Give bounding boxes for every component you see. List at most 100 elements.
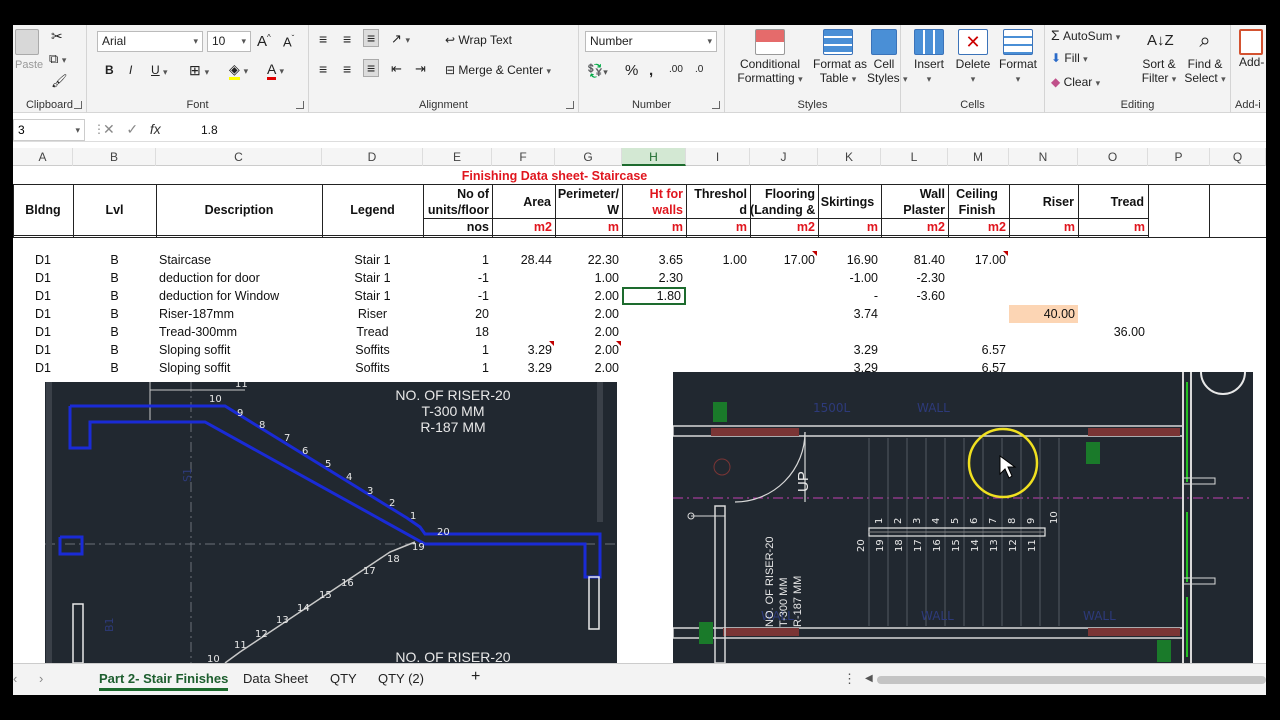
cut-icon[interactable]: ✂ [51,28,63,45]
cell-d-row6[interactable]: Soffits [322,342,423,358]
stair-section-drawing[interactable]: S1 B1 11 10 9 8 7 6 5 4 3 2 1 20 19 18 17 16 15 14 13 12 11… [45,382,617,663]
cell-k-row4[interactable]: 3.74 [818,306,881,322]
bold-button[interactable]: B [105,63,114,77]
cell-f-row7[interactable]: 3.29 [492,360,555,376]
cell-e-row6[interactable]: 1 [423,342,492,358]
horizontal-scrollbar[interactable] [877,676,1266,684]
decrease-decimal-icon[interactable]: .0 [695,64,703,75]
cell-styles-button[interactable]: Cell Styles ▾ [867,29,908,85]
header-floor2[interactable]: (Landing & [750,202,815,218]
fx-icon[interactable]: fx [150,121,161,137]
header-ceil2[interactable]: Finish [948,202,1006,218]
cell-i-row1[interactable]: 1.00 [686,252,750,268]
formula-input[interactable]: 1.8 [201,123,218,137]
format-as-table-button[interactable]: Format as Table ▾ [813,29,867,85]
header-perim1[interactable]: Perimeter/ [555,186,619,202]
cell-d-row5[interactable]: Tread [322,324,423,340]
italic-button[interactable]: I [129,63,132,77]
cell-d-row4[interactable]: Riser [322,306,423,322]
add-sheet-icon[interactable]: + [471,668,480,686]
scroll-tabs-right-icon[interactable]: › [39,671,43,686]
fill-color-icon[interactable]: ◈ ▾ [229,61,248,80]
worksheet-grid[interactable]: Finishing Data sheet- Staircase Bldng Lvl D… [13,166,1266,375]
header-legend[interactable]: Legend [322,202,423,218]
tab-data-sheet[interactable]: Data Sheet [243,671,308,686]
stair-plan-drawing[interactable]: 1500L WALL WALL WALL WALL UP NO. OF RISE… [673,372,1253,663]
cell-c-row4[interactable]: Riser-187mm [156,306,322,322]
align-center-icon[interactable]: ≡ [343,61,351,77]
sort-filter-button[interactable]: A↓Z Sort & Filter ▾ [1139,29,1179,85]
tab-part2-stair-finishes[interactable]: Part 2- Stair Finishes [99,671,229,691]
cell-g-row2[interactable]: 1.00 [555,270,622,286]
header-thresh1[interactable]: Threshol [686,186,747,202]
cell-g-row4[interactable]: 2.00 [555,306,622,322]
header-skirtings[interactable]: Skirtings [818,194,877,210]
cell-d-row7[interactable]: Soffits [322,360,423,376]
number-launcher-icon[interactable] [712,101,720,109]
cell-j-row1[interactable]: 17.00 [750,252,818,268]
font-name-select[interactable]: Arial ▾ [97,31,203,52]
header-bldng[interactable]: Bldng [13,202,73,218]
cell-a-row4[interactable]: D1 [13,306,73,322]
cell-a-row5[interactable]: D1 [13,324,73,340]
sheet-title[interactable]: Finishing Data sheet- Staircase [423,168,686,184]
orientation-icon[interactable]: ↗ ▾ [391,31,410,47]
scroll-left-icon[interactable]: ◀ [865,673,873,684]
header-perim2[interactable]: W [555,202,619,218]
header-units1[interactable]: No of [423,186,489,202]
unit-f[interactable]: m2 [492,219,552,235]
number-format-select[interactable]: Number ▾ [585,31,717,52]
scroll-tabs-left-icon[interactable]: ‹ [13,671,17,686]
column-header-h[interactable]: H [622,148,686,166]
comma-icon[interactable]: , [649,62,653,79]
column-header-i[interactable]: I [686,148,750,166]
header-riser[interactable]: Riser [1009,194,1074,210]
column-header-o[interactable]: O [1078,148,1148,166]
column-header-k[interactable]: K [818,148,881,166]
cell-f-row6[interactable]: 3.29 [492,342,555,358]
comment-indicator-icon[interactable] [616,341,621,346]
column-header-j[interactable]: J [750,148,818,166]
cell-b-row6[interactable]: B [73,342,156,358]
unit-j[interactable]: m2 [750,219,815,235]
cell-k-row1[interactable]: 16.90 [818,252,881,268]
column-header-m[interactable]: M [948,148,1009,166]
tabs-more-icon[interactable]: ⋮ [843,671,856,687]
decrease-font-icon[interactable]: Aˇ [283,34,294,49]
column-header-a[interactable]: A [13,148,73,166]
cell-c-row1[interactable]: Staircase [156,252,322,268]
cell-a-row7[interactable]: D1 [13,360,73,376]
cell-n-row4[interactable]: 40.00 [1009,305,1078,323]
tab-qty[interactable]: QTY [330,671,357,686]
header-units2[interactable]: units/floor [423,202,489,218]
unit-o[interactable]: m [1078,219,1145,235]
clipboard-launcher-icon[interactable] [74,101,82,109]
cell-e-row1[interactable]: 1 [423,252,492,268]
cell-a-row6[interactable]: D1 [13,342,73,358]
increase-font-icon[interactable]: A^ [257,33,271,50]
format-painter-icon[interactable]: 🖌 [51,73,68,89]
header-lvl[interactable]: Lvl [73,202,156,218]
cell-k-row6[interactable]: 3.29 [818,342,881,358]
cell-b-row4[interactable]: B [73,306,156,322]
cell-e-row3[interactable]: -1 [423,288,492,304]
unit-h[interactable]: m [622,219,683,235]
cell-b-row1[interactable]: B [73,252,156,268]
cell-l-row3[interactable]: -3.60 [881,288,948,304]
tab-qty-2[interactable]: QTY (2) [378,671,424,686]
cell-k-row2[interactable]: -1.00 [818,270,881,286]
header-wall1[interactable]: Wall [881,186,945,202]
align-left-icon[interactable]: ≡ [319,61,327,77]
cell-g-row3[interactable]: 2.00 [555,288,622,304]
unit-l[interactable]: m2 [881,219,945,235]
active-cell-h[interactable]: 1.80 [622,287,686,305]
column-header-q[interactable]: Q [1210,148,1266,166]
cancel-icon[interactable]: ✕ [103,121,115,137]
cell-d-row2[interactable]: Stair 1 [322,270,423,286]
cell-c-row3[interactable]: deduction for Window [156,288,322,304]
copy-icon[interactable]: ⧉ ▾ [49,51,66,67]
name-box-dropdown-icon[interactable]: ▾ [75,120,80,140]
header-ht2[interactable]: walls [622,202,683,218]
cell-e-row2[interactable]: -1 [423,270,492,286]
header-description[interactable]: Description [156,202,322,218]
